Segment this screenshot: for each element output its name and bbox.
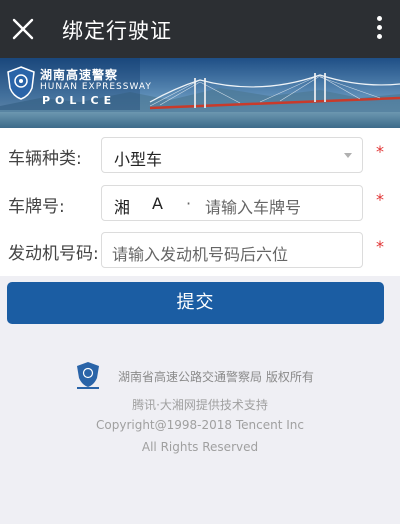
close-icon bbox=[12, 18, 34, 40]
plate-separator: · bbox=[186, 194, 192, 213]
banner-image: 湖南高速警察 HUNAN EXPRESSWAY POLICE bbox=[0, 58, 400, 128]
vehicle-license-form: 车辆种类: 小型车 * 车牌号: 湘 A · 请输入车牌号 * 发动机号码: 请… bbox=[0, 128, 400, 276]
rights-reserved-text: All Rights Reserved bbox=[141, 440, 259, 454]
close-button[interactable] bbox=[8, 14, 38, 44]
banner-police-text: POLICE bbox=[42, 94, 117, 107]
copyright-text: Copyright@1998-2018 Tencent Inc bbox=[96, 418, 304, 432]
plate-number-row: 车牌号: 湘 A · 请输入车牌号 * bbox=[0, 180, 400, 224]
engine-number-placeholder: 请输入发动机号码后六位 bbox=[112, 245, 289, 264]
required-mark: * bbox=[376, 142, 384, 161]
engine-number-input[interactable]: 请输入发动机号码后六位 bbox=[101, 232, 363, 268]
tech-support-text: 腾讯·大湘网提供技术支持 bbox=[132, 398, 268, 412]
more-vertical-icon bbox=[374, 16, 384, 39]
chevron-down-icon bbox=[344, 153, 352, 158]
plate-letter-select[interactable]: A bbox=[152, 194, 163, 213]
page-title: 绑定行驶证 bbox=[62, 19, 172, 43]
plate-province-select[interactable]: 湘 bbox=[114, 194, 130, 218]
vehicle-type-row: 车辆种类: 小型车 * bbox=[0, 132, 400, 176]
engine-number-row: 发动机号码: 请输入发动机号码后六位 * bbox=[0, 227, 400, 271]
vehicle-type-label: 车辆种类: bbox=[8, 149, 82, 169]
required-mark: * bbox=[376, 190, 384, 209]
banner-org-name-en: HUNAN EXPRESSWAY bbox=[40, 82, 152, 92]
plate-number-label: 车牌号: bbox=[8, 197, 65, 217]
police-badge-icon bbox=[77, 362, 99, 389]
vehicle-type-value: 小型车 bbox=[114, 150, 163, 169]
required-mark: * bbox=[376, 237, 384, 256]
plate-number-input[interactable]: 请输入车牌号 bbox=[205, 194, 301, 218]
police-badge-icon bbox=[7, 66, 35, 100]
plate-number-field: 湘 A · 请输入车牌号 bbox=[101, 185, 363, 221]
top-navigation-bar: 绑定行驶证 bbox=[0, 0, 400, 58]
submit-button[interactable]: 提交 bbox=[7, 282, 384, 324]
copyright-holder: 湖南省高速公路交通警察局 版权所有 bbox=[118, 370, 314, 384]
engine-number-label: 发动机号码: bbox=[8, 244, 99, 264]
more-options-button[interactable] bbox=[374, 16, 384, 44]
vehicle-type-select[interactable]: 小型车 bbox=[101, 137, 363, 173]
banner-org-name-cn: 湖南高速警察 bbox=[40, 68, 119, 82]
